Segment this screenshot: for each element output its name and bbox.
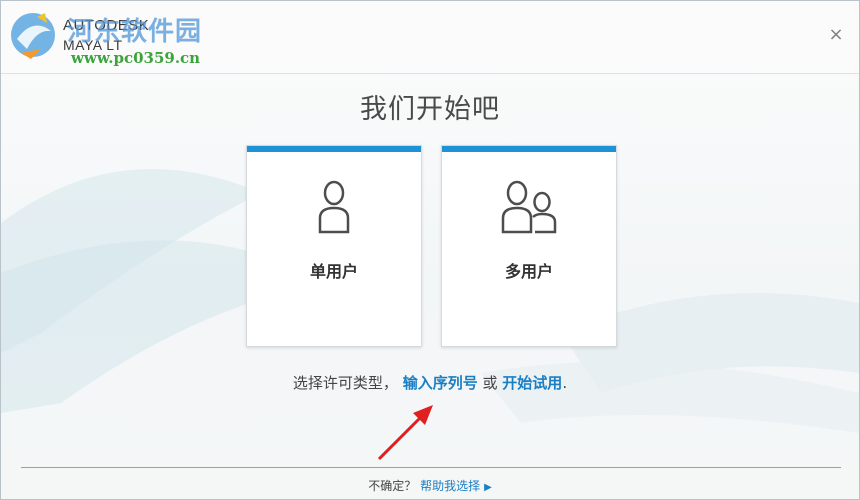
watermark-title: 河东软件园 [67, 17, 203, 47]
unsure-text: 不确定？ [368, 479, 417, 493]
multi-user-icon [501, 180, 557, 234]
footer: 不确定？ 帮助我选择 ▶ [1, 477, 859, 494]
single-user-card[interactable]: 单用户 [246, 145, 422, 347]
watermark-logo-icon [11, 13, 55, 59]
or-text: 或 [482, 374, 498, 392]
play-arrow-icon: ▶ [484, 482, 492, 493]
close-button[interactable]: × [827, 26, 845, 44]
title-bar: AUTODESK MAYA LT 河东软件园 www.pc0359.cn × [1, 1, 859, 74]
choose-license-text: 选择许可类型， [292, 374, 398, 392]
page-heading: 我们开始吧 [360, 94, 500, 125]
single-user-icon [318, 180, 350, 234]
installer-window: AUTODESK MAYA LT 河东软件园 www.pc0359.cn × 我… [0, 0, 860, 500]
multi-user-label: 多用户 [504, 262, 553, 281]
card-accent-bar [247, 146, 421, 152]
license-choice-line: 选择许可类型， 输入序列号 或 开始试用. [1, 372, 859, 393]
help-me-choose-link[interactable]: 帮助我选择 [420, 479, 480, 493]
card-accent-bar [442, 146, 616, 152]
period-text: . [562, 374, 568, 392]
watermark-url: www.pc0359.cn [71, 49, 201, 67]
footer-divider [21, 467, 841, 468]
red-arrow-annotation [377, 405, 433, 461]
enter-serial-link[interactable]: 输入序列号 [403, 374, 478, 392]
single-user-label: 单用户 [309, 262, 358, 281]
start-trial-link[interactable]: 开始试用 [502, 374, 562, 392]
multi-user-card[interactable]: 多用户 [441, 145, 617, 347]
